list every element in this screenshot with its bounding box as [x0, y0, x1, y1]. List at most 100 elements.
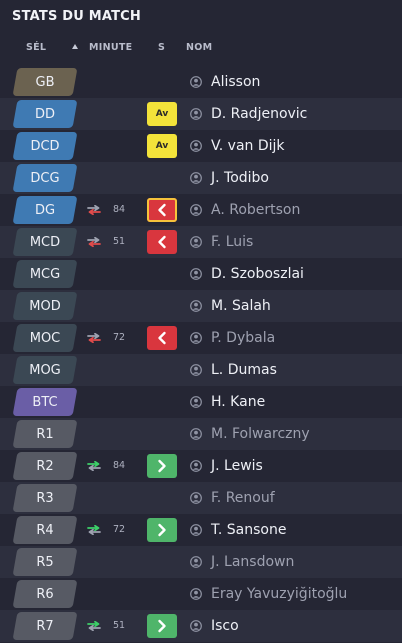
position-badge[interactable]: R7: [12, 612, 78, 640]
player-name[interactable]: J. Todibo: [211, 162, 269, 194]
player-name[interactable]: J. Lewis: [211, 450, 263, 482]
player-row[interactable]: BTC H. Kane: [0, 386, 402, 418]
position-label: R2: [36, 458, 54, 474]
player-row[interactable]: DD Av D. Radjenovic: [0, 98, 402, 130]
position-badge[interactable]: MCD: [12, 228, 78, 256]
position-label: R3: [36, 490, 54, 506]
chevron-right-icon: [158, 523, 166, 537]
player-name[interactable]: L. Dumas: [211, 354, 277, 386]
player-name[interactable]: D. Radjenovic: [211, 98, 307, 130]
player-row[interactable]: R4 72 T. Sansone: [0, 514, 402, 546]
position-badge[interactable]: R6: [12, 580, 78, 608]
substitution-minute: 84: [112, 460, 126, 471]
position-label: DD: [34, 106, 56, 122]
player-name[interactable]: F. Luis: [211, 226, 253, 258]
position-badge[interactable]: BTC: [12, 388, 78, 416]
player-name[interactable]: A. Robertson: [211, 194, 300, 226]
player-row[interactable]: MCD 51 F. Luis: [0, 226, 402, 258]
player-row[interactable]: MCG D. Szoboszlai: [0, 258, 402, 290]
position-label: MCG: [29, 266, 61, 282]
player-row[interactable]: R2 84 J. Lewis: [0, 450, 402, 482]
player-name[interactable]: H. Kane: [211, 386, 265, 418]
substitution-minute: 72: [112, 524, 126, 535]
substituted-in-button[interactable]: [147, 518, 177, 542]
player-name[interactable]: Isco: [211, 610, 239, 642]
person-icon: [190, 460, 202, 472]
column-header-nom[interactable]: NOM: [186, 42, 212, 53]
player-row[interactable]: MOD M. Salah: [0, 290, 402, 322]
substitution-minute: 72: [112, 332, 126, 343]
player-name[interactable]: T. Sansone: [211, 514, 286, 546]
player-row[interactable]: MOC 72 P. Dybala: [0, 322, 402, 354]
person-icon: [190, 524, 202, 536]
person-icon: [190, 108, 202, 120]
person-icon: [190, 76, 202, 88]
column-header-sel[interactable]: SÉL: [26, 42, 46, 53]
substitution-out-icon: [87, 333, 101, 343]
position-badge[interactable]: DCD: [12, 132, 78, 160]
person-icon: [190, 588, 202, 600]
player-row[interactable]: DCG J. Todibo: [0, 162, 402, 194]
substituted-out-button[interactable]: [147, 230, 177, 254]
position-badge[interactable]: R1: [12, 420, 78, 448]
player-name[interactable]: M. Folwarczny: [211, 418, 310, 450]
sort-ascending-icon[interactable]: [72, 44, 78, 49]
position-badge[interactable]: DD: [12, 100, 78, 128]
position-label: MCD: [29, 234, 61, 250]
substituted-out-button[interactable]: [147, 198, 177, 222]
match-stats-panel: STATS DU MATCH SÉL MINUTE S NOM GB Alisso…: [0, 0, 402, 643]
position-label: DCG: [30, 170, 60, 186]
person-icon: [190, 204, 202, 216]
person-icon: [190, 364, 202, 376]
player-name[interactable]: M. Salah: [211, 290, 271, 322]
position-badge[interactable]: MOD: [12, 292, 78, 320]
position-label: R4: [36, 522, 54, 538]
player-row[interactable]: R7 51 Isco: [0, 610, 402, 642]
player-name[interactable]: Alisson: [211, 66, 260, 98]
position-badge[interactable]: MCG: [12, 260, 78, 288]
substituted-in-button[interactable]: [147, 614, 177, 638]
player-row[interactable]: R3 F. Renouf: [0, 482, 402, 514]
player-row[interactable]: MOG L. Dumas: [0, 354, 402, 386]
player-name[interactable]: D. Szoboszlai: [211, 258, 304, 290]
position-badge[interactable]: R4: [12, 516, 78, 544]
player-row[interactable]: R5 J. Lansdown: [0, 546, 402, 578]
position-label: R1: [36, 426, 54, 442]
warning-badge: Av: [147, 102, 177, 126]
substitution-out-icon: [87, 237, 101, 247]
player-row[interactable]: R6 Eray Yavuzyiğitoğlu: [0, 578, 402, 610]
player-name[interactable]: J. Lansdown: [211, 546, 294, 578]
substituted-in-button[interactable]: [147, 454, 177, 478]
substitution-minute: 51: [112, 236, 126, 247]
player-name[interactable]: P. Dybala: [211, 322, 275, 354]
position-badge[interactable]: DCG: [12, 164, 78, 192]
position-label: DCD: [30, 138, 60, 154]
position-badge[interactable]: MOG: [12, 356, 78, 384]
position-badge[interactable]: R2: [12, 452, 78, 480]
player-name[interactable]: Eray Yavuzyiğitoğlu: [211, 578, 347, 610]
player-row[interactable]: R1 M. Folwarczny: [0, 418, 402, 450]
player-name[interactable]: F. Renouf: [211, 482, 275, 514]
player-row[interactable]: DG 84 A. Robertson: [0, 194, 402, 226]
position-badge[interactable]: MOC: [12, 324, 78, 352]
person-icon: [190, 428, 202, 440]
player-list: GB Alisson DD Av D. Radjenovic DCD Av V. van Di…: [0, 66, 402, 642]
position-badge[interactable]: DG: [12, 196, 78, 224]
column-header-minute[interactable]: MINUTE: [89, 42, 132, 53]
column-header-s[interactable]: S: [158, 42, 165, 53]
chevron-left-icon: [158, 235, 166, 249]
player-name[interactable]: V. van Dijk: [211, 130, 285, 162]
substituted-out-button[interactable]: [147, 326, 177, 350]
person-icon: [190, 140, 202, 152]
person-icon: [190, 300, 202, 312]
player-row[interactable]: GB Alisson: [0, 66, 402, 98]
player-row[interactable]: DCD Av V. van Dijk: [0, 130, 402, 162]
position-badge[interactable]: GB: [12, 68, 78, 96]
position-label: R6: [36, 586, 54, 602]
position-badge[interactable]: R3: [12, 484, 78, 512]
panel-title: STATS DU MATCH: [12, 9, 141, 24]
position-badge[interactable]: R5: [12, 548, 78, 576]
chevron-right-icon: [158, 459, 166, 473]
chevron-right-icon: [158, 619, 166, 633]
position-label: GB: [35, 74, 55, 90]
